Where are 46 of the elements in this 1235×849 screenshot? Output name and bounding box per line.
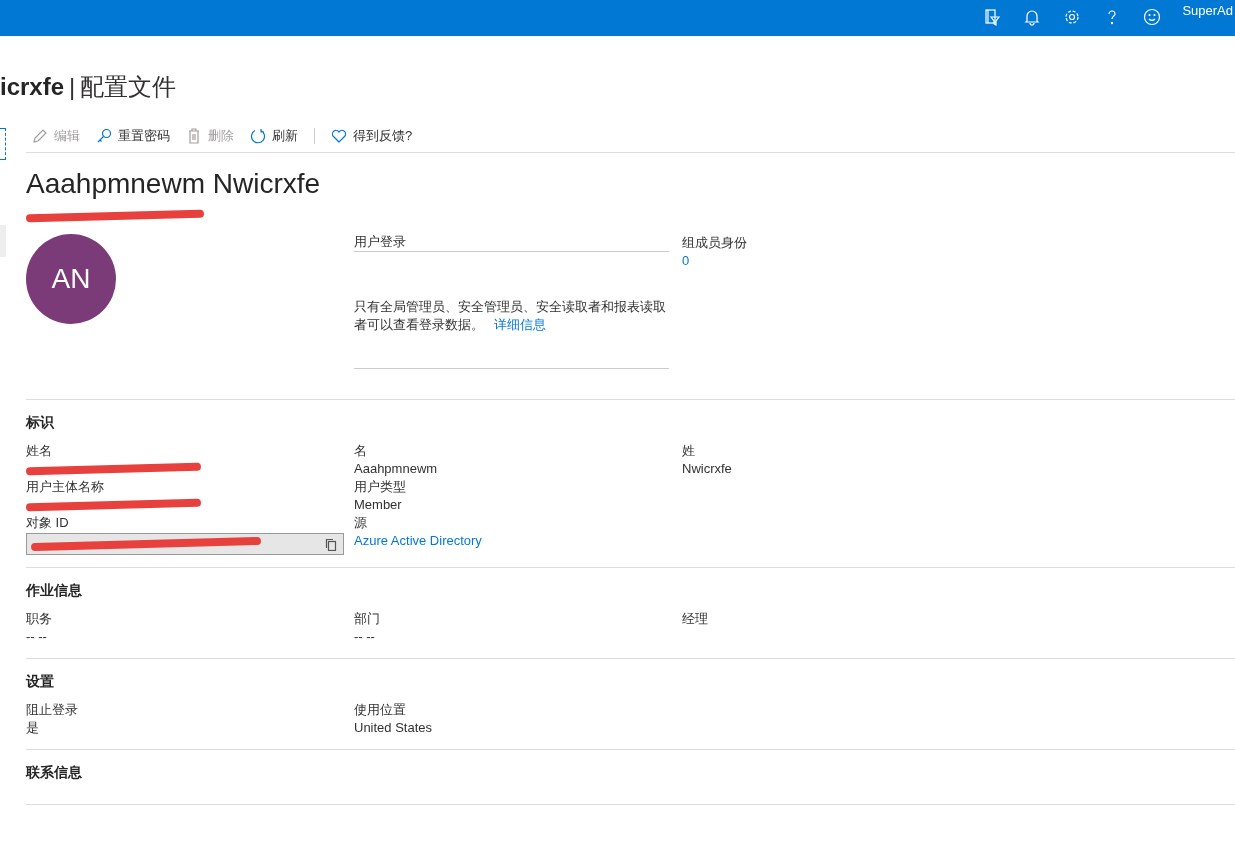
- info-message: 只有全局管理员、安全管理员、安全读取者和报表读取者可以查看登录数据。 详细信息: [354, 298, 667, 334]
- field-value: -- --: [26, 628, 48, 646]
- toolbar-button[interactable]: 得到反馈?: [323, 122, 421, 150]
- section-title: 设置: [26, 673, 55, 691]
- field-label: 部门: [354, 610, 381, 628]
- page-title: icrxfe: [0, 73, 65, 101]
- field-value: Aaahpmnewm: [354, 460, 439, 478]
- field-value: Member: [354, 496, 403, 514]
- sidebar-item[interactable]: [0, 128, 6, 160]
- field-label: 姓名: [26, 442, 53, 460]
- membership-count-link[interactable]: 0: [682, 252, 690, 270]
- section-title: 联系信息: [26, 764, 83, 782]
- field-label: 组成员身份: [682, 234, 748, 252]
- page-subtitle: 配置文件: [80, 72, 177, 102]
- section-title: 作业信息: [26, 582, 83, 600]
- field-label: 阻止登录: [26, 701, 79, 719]
- field-label: 用户主体名称: [26, 478, 105, 496]
- field-label: 经理: [682, 610, 709, 628]
- field-label: 姓: [682, 442, 696, 460]
- avatar-initials: AN: [26, 234, 116, 324]
- section-title: 标识: [26, 414, 55, 432]
- pencil-icon: [32, 128, 48, 144]
- title-separator: |: [69, 73, 76, 101]
- user-name[interactable]: SuperAd: [1182, 3, 1233, 18]
- id-field[interactable]: [26, 533, 344, 555]
- field-label: 对象 ID: [26, 514, 70, 532]
- field-value: 是: [26, 719, 40, 737]
- field-value: -- --: [354, 628, 376, 646]
- field-label: 职务: [26, 610, 53, 628]
- field-label: 使用位置: [354, 701, 407, 719]
- field-label: 用户登录: [354, 234, 669, 252]
- field-value: United States: [354, 719, 434, 737]
- refresh-icon: [250, 128, 266, 144]
- field-value: Nwicrxfe: [682, 460, 733, 478]
- field-label: 用户类型: [354, 478, 407, 496]
- heart-icon: [331, 128, 347, 144]
- user-display-name: Aaahpmnewm Nwicrxfe: [26, 168, 322, 201]
- field-label: 名: [354, 442, 368, 460]
- details-link[interactable]: 详细信息: [494, 316, 546, 334]
- toolbar-button[interactable]: 刷新: [242, 122, 306, 150]
- field-label: 源: [354, 514, 368, 532]
- copy-icon[interactable]: [325, 537, 337, 551]
- toolbar-button[interactable]: 重置密码: [88, 122, 178, 150]
- trash-icon: [186, 128, 202, 144]
- key-icon: [96, 128, 112, 144]
- source-link[interactable]: Azure Active Directory: [354, 532, 482, 550]
